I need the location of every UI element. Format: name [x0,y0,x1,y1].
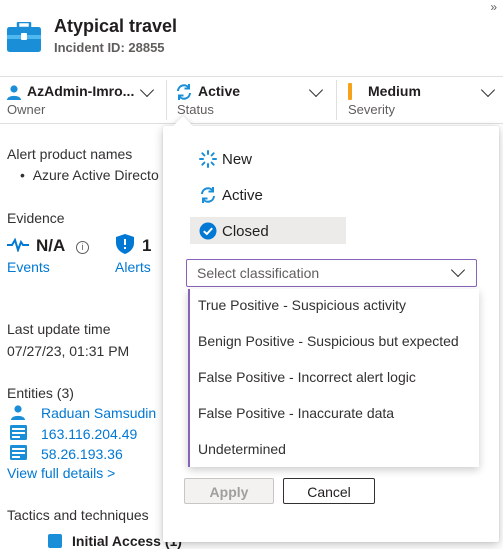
incident-icon [7,20,41,55]
status-value: Active [198,83,241,99]
ip-address-icon [10,445,27,463]
classification-options-list: True Positive - Suspicious activity Beni… [188,289,479,467]
chevron-down-icon [139,82,155,98]
incident-id: Incident ID: 28855 [54,40,165,55]
chevron-down-icon [450,262,466,278]
shield-icon [116,234,134,257]
status-field[interactable]: Active Status [167,80,333,120]
last-update-title: Last update time [7,321,111,337]
severity-value: Medium [368,83,421,99]
alert-product-label: Azure Active Directo [32,167,159,183]
person-icon [10,404,26,423]
alerts-value: 1 [142,236,152,255]
owner-value: AzAdmin-Imro... [27,83,135,99]
chevron-down-icon [308,82,324,98]
alert-product-item: • Azure Active Directo [20,167,159,183]
events-link[interactable]: Events [7,259,50,275]
ip-address-icon [10,425,27,443]
view-full-details-link[interactable]: View full details > [7,465,115,481]
alerts-link[interactable]: Alerts [115,259,151,275]
classification-dropdown[interactable]: Select classification [186,259,477,287]
checkmark-circle-icon [199,222,217,243]
incident-title: Atypical travel [54,16,178,36]
person-icon [6,84,22,103]
classification-option[interactable]: False Positive - Incorrect alert logic [198,369,416,385]
alert-product-names-title: Alert product names [7,146,133,162]
fields-divider [0,123,503,124]
entity-ip-link[interactable]: 163.116.204.49 [41,426,137,442]
status-option-new[interactable]: New [190,146,346,172]
last-update-value: 07/27/23, 01:31 PM [7,343,130,359]
evidence-title: Evidence [7,210,65,226]
owner-field[interactable]: AzAdmin-Imro... Owner [0,80,164,120]
classification-option[interactable]: False Positive - Inaccurate data [198,405,394,421]
status-option-label: Closed [222,223,269,240]
status-option-active[interactable]: Active [190,182,346,208]
info-icon: i [76,241,89,254]
status-option-label: Active [222,187,263,204]
entity-ip-link[interactable]: 58.26.193.36 [41,446,123,462]
severity-color-bar [348,83,352,100]
popup-notch-cover [168,127,208,137]
tactic-icon [48,534,62,548]
pulse-icon [7,237,29,255]
entity-user-link[interactable]: Raduan Samsudin [41,405,156,421]
severity-field[interactable]: Medium Severity [337,80,503,120]
status-option-closed[interactable]: Closed [190,217,346,244]
classification-option[interactable]: Undetermined [198,441,286,457]
events-value: N/A [36,236,66,255]
apply-button[interactable]: Apply [184,478,274,504]
classification-option[interactable]: True Positive - Suspicious activity [198,297,406,313]
severity-label: Severity [348,102,395,117]
owner-label: Owner [7,102,46,117]
header-divider [0,76,503,77]
cancel-button[interactable]: Cancel [283,478,375,504]
classification-placeholder: Select classification [197,265,320,281]
bullet: • [20,167,33,183]
classification-option[interactable]: Benign Positive - Suspicious but expecte… [198,333,459,349]
chevron-down-icon [480,82,496,98]
tactics-title: Tactics and techniques [7,507,149,523]
entities-title: Entities (3) [7,385,74,401]
refresh-icon [199,186,217,207]
refresh-icon [175,83,193,104]
collapse-icon[interactable]: » [490,0,497,14]
new-status-icon [199,150,217,171]
status-option-label: New [222,151,253,168]
